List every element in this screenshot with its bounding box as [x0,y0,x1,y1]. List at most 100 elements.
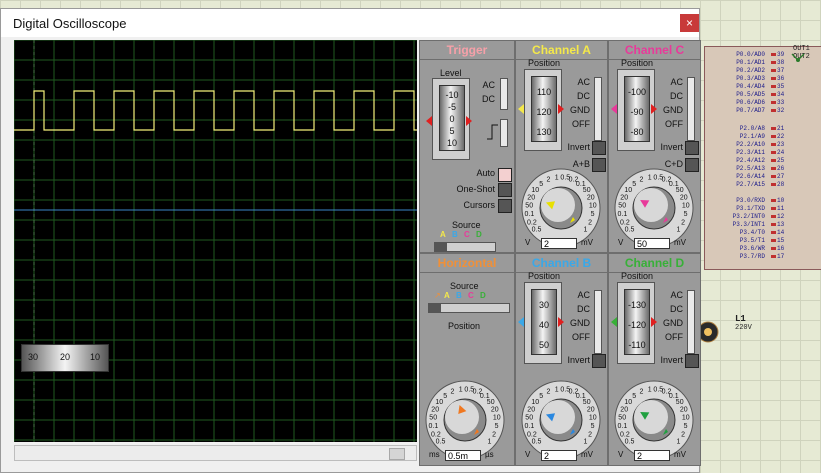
trigger-source-thumb[interactable] [435,243,447,251]
chip-pin[interactable] [771,207,776,210]
chip-pin-number: 15 [777,237,785,244]
drum-tick: -90 [630,107,644,117]
trigger-dc-label: DC [482,94,495,104]
channel_c-coupling-label: OFF [665,119,683,129]
dial-tick: 2 [640,389,644,396]
channel_d-invert-button[interactable] [685,354,699,368]
chip-pin-label: P0.2/AD2 [736,67,765,74]
channel_a-value-field[interactable]: 2 [541,238,577,249]
dial-tick: 20 [620,406,628,413]
chip-pin[interactable] [771,255,776,258]
channel_c-coupling-label: DC [670,91,683,101]
chip-pin[interactable] [771,159,776,162]
chip-pin[interactable] [771,77,776,80]
chip-pin-number: 28 [777,181,785,188]
chip-pin[interactable] [771,183,776,186]
chip-pin[interactable] [771,101,776,104]
dial-tick: 2 [547,389,551,396]
channel_b-left-arrow [518,317,524,327]
chip-pin-label: P3.6/WR [739,245,765,252]
chip-pin[interactable] [771,175,776,178]
trigger-panel: Trigger Level -10 -5 0 5 10 AC DC Auto O… [419,40,515,253]
channel_c-value-field[interactable]: 50 [634,238,670,249]
channel_b-invert-button[interactable] [592,354,606,368]
trigger-source-label: Source [452,220,481,230]
horizontal-value-field[interactable]: 0.5m [445,450,481,461]
channel_b-coupling-switch[interactable] [594,290,602,354]
title-bar[interactable]: Digital Oscilloscope × [1,9,699,37]
dial-tick: 0.1 [525,423,535,430]
trigger-source-slider[interactable] [434,242,496,252]
chip-pin[interactable] [771,167,776,170]
chip-pin[interactable] [771,53,776,56]
channel_b-value-field[interactable]: 2 [541,450,577,461]
chip-pin[interactable] [771,127,776,130]
channel_a-position-drum[interactable]: 110 120 130 [524,69,562,151]
chip-pin[interactable] [771,93,776,96]
chip-pin[interactable] [771,247,776,250]
trigger-cursors-button[interactable] [498,199,512,213]
horizontal-source-slider[interactable] [428,303,510,313]
channel_d-coupling-switch[interactable] [687,290,695,354]
scrollbar-thumb[interactable] [389,448,405,460]
dial-tick: 0.2 [527,431,537,438]
chip-pin-label: P2.3/A11 [736,149,765,156]
channel_b-position-drum[interactable]: 30 40 50 [524,282,562,364]
trigger-auto-button[interactable] [498,168,512,182]
chip-pin[interactable] [771,231,776,234]
drum-tick: 120 [536,107,552,117]
channel_b-position-label: Position [528,271,561,281]
chip-pin[interactable] [771,135,776,138]
microcontroller-chip[interactable]: P0.0/AD0 39 P0.1/AD1 38 P0.2/AD2 37 P0.3/AD3 36… [704,46,821,270]
dial-tick: 50 [618,415,626,422]
channel_d-coupling-label: DC [670,304,683,314]
scope-display[interactable] [14,40,417,442]
oscilloscope-window[interactable]: Digital Oscilloscope × Trigger Level -10… [0,8,701,473]
channel_c-invert-button[interactable] [685,141,699,155]
chip-pin[interactable] [771,109,776,112]
channel_b-coupling-label: AC [577,290,590,300]
dial-tick: 0.2 [431,431,441,438]
chip-pin-number: 35 [777,83,785,90]
horizontal-scrollbar[interactable] [14,445,417,461]
chip-pin-label: P2.0/A8 [739,125,765,132]
channel_c-coupling-switch[interactable] [687,77,695,141]
dial-tick: 5 [539,181,543,188]
trigger-oneshot-button[interactable] [498,183,512,197]
channel_b-coupling-label: GND [570,318,590,328]
channel_d-value-field[interactable]: 2 [634,450,670,461]
chip-pin[interactable] [771,215,776,218]
dial-tick: 20 [680,406,688,413]
channel_b-unit-left: V [525,450,531,459]
channel_c-position-drum[interactable]: -100 -90 -80 [617,69,655,151]
channel_a-position-label: Position [528,58,561,68]
trigger-level-drum[interactable]: -10 -5 0 5 10 [432,78,470,160]
drum-tick: 10 [446,138,457,148]
drum-tick: 50 [538,340,549,350]
chip-pin-label: P0.7/AD7 [736,107,765,114]
dial-tick: 10 [624,187,632,194]
channel_d-position-drum[interactable]: -130 -120 -110 [617,282,655,364]
trigger-coupling-switch[interactable] [500,78,508,110]
dial-tick: 0.1 [429,423,439,430]
channel_d-position-label: Position [621,271,654,281]
dial-tick: 1 [584,227,588,234]
trigger-edge-switch[interactable] [500,119,508,147]
horizontal-position-drum[interactable]: 30 20 10 [21,344,109,372]
chip-pin[interactable] [771,239,776,242]
chip-pin[interactable] [771,151,776,154]
channel_c-coupling-label: AC [670,77,683,87]
close-button[interactable]: × [680,14,699,32]
chip-pin[interactable] [771,223,776,226]
chip-pin[interactable] [771,199,776,202]
chip-pin[interactable] [771,85,776,88]
channel_a-invert-button[interactable] [592,141,606,155]
channel_a-coupling-switch[interactable] [594,77,602,141]
horizontal-source-thumb[interactable] [429,304,441,312]
chip-pin[interactable] [771,143,776,146]
drum-tick: -5 [447,102,456,112]
dial-tick: 2 [588,431,592,438]
chip-pin-number: 37 [777,67,785,74]
chip-pin[interactable] [771,69,776,72]
chip-pin[interactable] [771,61,776,64]
